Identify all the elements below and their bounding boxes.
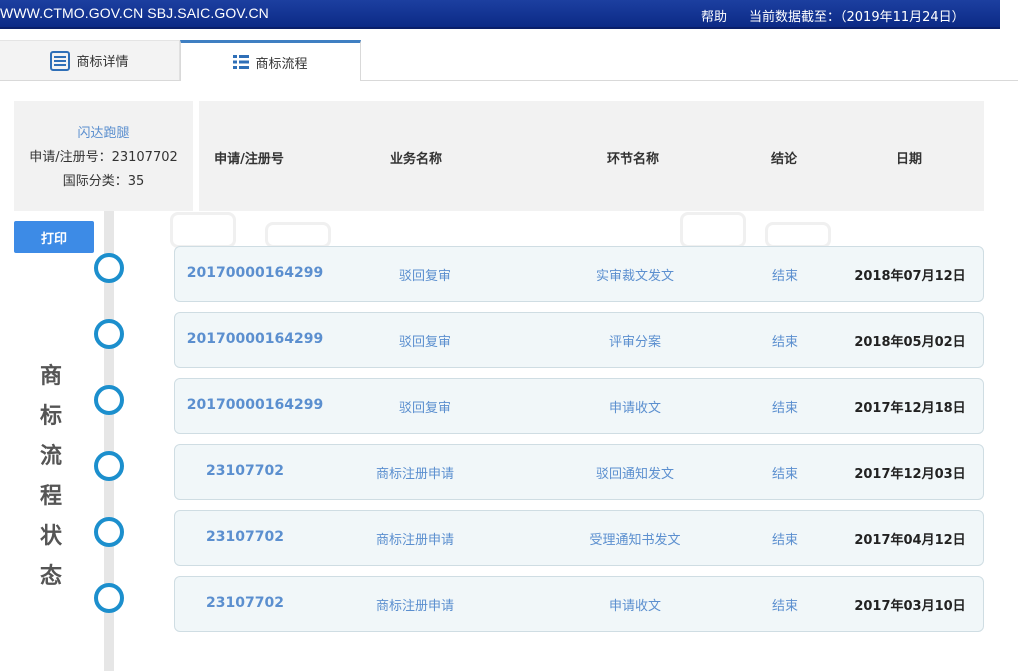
row-business: 驳回复审 — [398, 401, 452, 416]
help-link[interactable]: 帮助 — [701, 6, 727, 25]
row-step: 受理通知书发文 — [589, 533, 681, 548]
data-date-note: 当前数据截至：（2019年11月24日） — [749, 10, 965, 25]
table-header: 申请/注册号 业务名称 环节名称 结论 日期 — [199, 101, 984, 211]
tab-trademark-process[interactable]: 商标流程 — [180, 40, 361, 81]
row-date: 2018年05月02日 — [854, 335, 966, 350]
print-button[interactable]: 打印 — [14, 221, 94, 253]
column-header-date: 日期 — [895, 152, 923, 167]
trademark-info-panel: 闪达跑腿 申请/注册号：23107702 国际分类：35 — [14, 101, 193, 211]
row-business: 商标注册申请 — [375, 467, 455, 482]
title-char: 程 — [39, 484, 62, 509]
table-row: 23107702 商标注册申请 驳回通知发文 结束 2017年12月03日 — [174, 444, 984, 500]
row-number[interactable]: 23107702 — [206, 595, 284, 611]
registration-number: 申请/注册号：23107702 — [29, 150, 178, 165]
row-result: 结束 — [771, 335, 799, 350]
tab-trademark-details[interactable]: 商标详情 — [0, 40, 180, 80]
table-row: 20170000164299 驳回复审 评审分案 结束 2018年05月02日 — [174, 312, 984, 368]
row-date: 2017年12月18日 — [854, 401, 966, 416]
watermark — [680, 212, 746, 248]
timeline-dot — [94, 319, 124, 349]
row-number[interactable]: 23107702 — [206, 463, 284, 479]
timeline-dot — [94, 583, 124, 613]
row-result: 结束 — [771, 599, 799, 614]
international-class: 国际分类：35 — [62, 174, 145, 189]
row-number[interactable]: 20170000164299 — [187, 397, 323, 413]
row-business: 商标注册申请 — [375, 533, 455, 548]
watermark — [765, 222, 831, 248]
row-step: 实审裁文发文 — [595, 269, 675, 284]
row-step: 驳回通知发文 — [595, 467, 675, 482]
row-result: 结束 — [771, 269, 799, 284]
row-step: 评审分案 — [608, 335, 662, 350]
timeline-dot — [94, 517, 124, 547]
column-header-result: 结论 — [770, 152, 798, 167]
table-row: 23107702 商标注册申请 申请收文 结束 2017年03月10日 — [174, 576, 984, 632]
row-date: 2017年04月12日 — [854, 533, 966, 548]
column-header-business: 业务名称 — [389, 152, 443, 167]
table-row: 20170000164299 驳回复审 申请收文 结束 2017年12月18日 — [174, 378, 984, 434]
timeline-dot — [94, 385, 124, 415]
timeline-dot — [94, 451, 124, 481]
title-char: 标 — [39, 404, 62, 429]
row-number[interactable]: 23107702 — [206, 529, 284, 545]
list-icon — [233, 54, 250, 70]
row-result: 结束 — [771, 401, 799, 416]
tab-label: 商标流程 — [255, 56, 308, 72]
top-banner: WWW.CTMO.GOV.CN SBJ.SAIC.GOV.CN 帮助 当前数据截… — [0, 0, 1000, 29]
site-urls: WWW.CTMO.GOV.CN SBJ.SAIC.GOV.CN — [0, 5, 269, 21]
row-result: 结束 — [771, 467, 799, 482]
title-char: 商 — [39, 364, 62, 389]
document-list-icon — [50, 50, 71, 71]
title-char: 状 — [39, 524, 62, 549]
tab-bar: 商标详情 商标流程 — [0, 40, 1018, 81]
table-row: 20170000164299 驳回复审 实审裁文发文 结束 2018年07月12… — [174, 246, 984, 302]
process-status-title: 商 标 流 程 状 态 — [36, 357, 66, 597]
title-char: 态 — [39, 564, 62, 589]
title-char: 流 — [39, 444, 62, 469]
watermark — [170, 212, 236, 248]
tab-label: 商标详情 — [76, 55, 129, 70]
row-step: 申请收文 — [608, 401, 662, 416]
row-number[interactable]: 20170000164299 — [187, 265, 323, 281]
row-date: 2017年03月10日 — [854, 599, 966, 614]
timeline-dot — [94, 253, 124, 283]
column-header-step: 环节名称 — [606, 152, 660, 167]
row-date: 2018年07月12日 — [854, 269, 966, 284]
row-business: 驳回复审 — [398, 335, 452, 350]
row-date: 2017年12月03日 — [854, 467, 966, 482]
row-business: 驳回复审 — [398, 269, 452, 284]
row-step: 申请收文 — [608, 599, 662, 614]
row-business: 商标注册申请 — [375, 599, 455, 614]
row-result: 结束 — [771, 533, 799, 548]
watermark — [265, 222, 331, 248]
table-row: 23107702 商标注册申请 受理通知书发文 结束 2017年04月12日 — [174, 510, 984, 566]
row-number[interactable]: 20170000164299 — [187, 331, 323, 347]
trademark-name[interactable]: 闪达跑腿 — [14, 122, 193, 141]
column-header-number: 申请/注册号 — [214, 152, 284, 167]
